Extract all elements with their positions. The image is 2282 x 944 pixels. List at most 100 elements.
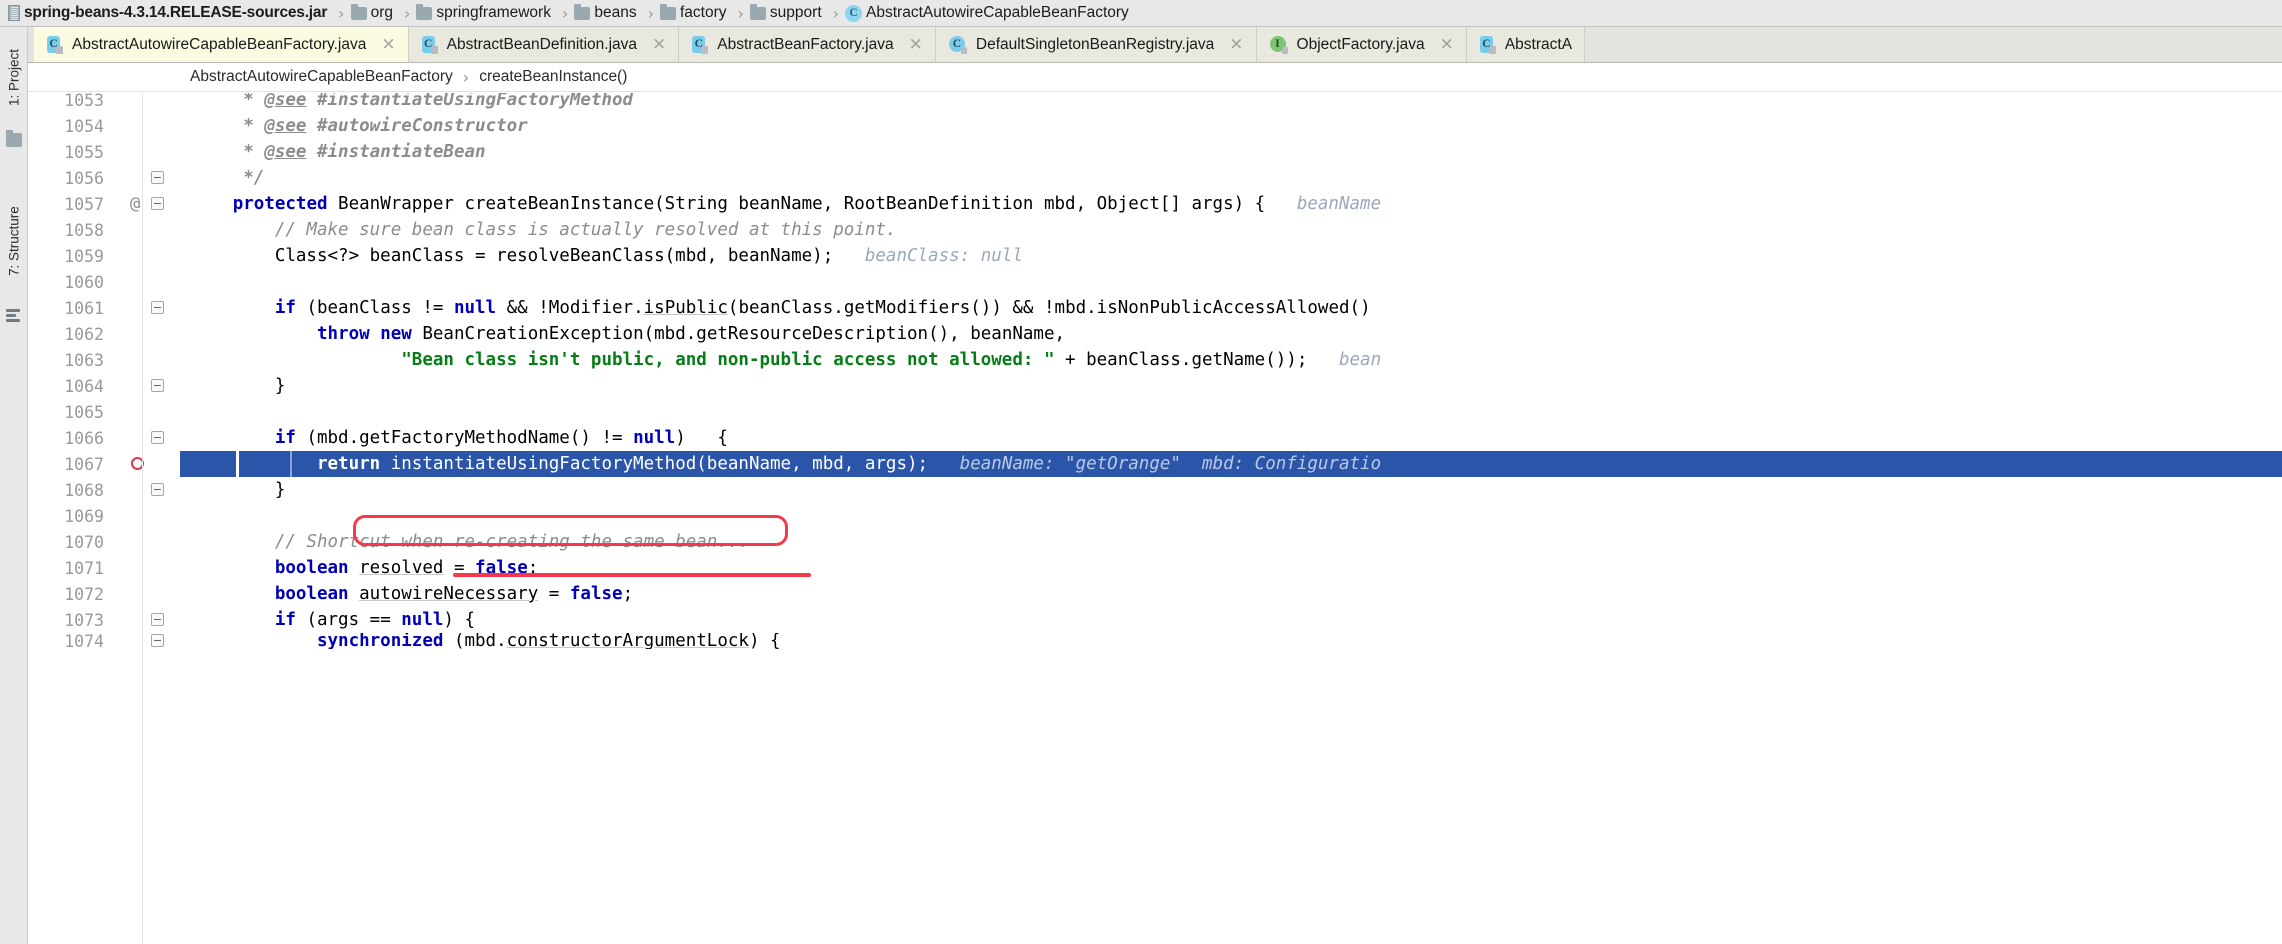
close-icon[interactable]: × bbox=[652, 36, 666, 53]
tool-window-button-project[interactable]: 1: Project bbox=[0, 31, 28, 123]
code-line[interactable]: 1059 Class<?> beanClass = resolveBeanCla… bbox=[28, 243, 2282, 269]
folder-icon bbox=[416, 3, 433, 20]
code-line[interactable]: 1060 bbox=[28, 269, 2282, 295]
code-line[interactable]: 1068 − } bbox=[28, 477, 2282, 503]
code-line[interactable]: 1058 // Make sure bean class is actually… bbox=[28, 217, 2282, 243]
structure-bars-icon[interactable] bbox=[6, 309, 22, 324]
breadcrumb-item-class[interactable]: C AbstractAutowireCapableBeanFactory bbox=[843, 0, 1135, 26]
code-line[interactable]: 1055 * @see #instantiateBean bbox=[28, 139, 2282, 165]
code-line[interactable]: 1067 return instantiateUsingFactoryMetho… bbox=[28, 451, 2282, 477]
gutter-marks[interactable]: − bbox=[114, 607, 180, 633]
java-class-file-icon bbox=[47, 35, 63, 54]
breadcrumb-item-beans[interactable]: beans bbox=[572, 0, 642, 26]
tab-abstractautowirecapablebeanfactory[interactable]: AbstractAutowireCapableBeanFactory.java … bbox=[34, 27, 409, 62]
gutter-marks[interactable] bbox=[114, 581, 180, 607]
breadcrumb-separator-icon: › bbox=[832, 3, 840, 23]
tab-defaultsingletonbeanregistry[interactable]: C DefaultSingletonBeanRegistry.java × bbox=[935, 27, 1257, 62]
code-line[interactable]: 1066 − if (mbd.getFactoryMethodName() != … bbox=[28, 425, 2282, 451]
gutter-marks[interactable] bbox=[114, 93, 180, 113]
gutter-marks[interactable]: − @ bbox=[114, 191, 180, 217]
line-number: 1068 bbox=[64, 480, 104, 500]
code-line[interactable]: 1061 − if (beanClass != null && !Modifier… bbox=[28, 295, 2282, 321]
code-line[interactable]: 1053 * @see #instantiateUsingFactoryMeth… bbox=[28, 93, 2282, 113]
code-line[interactable]: 1073 − if (args == null) { bbox=[28, 607, 2282, 633]
breadcrumb-separator-icon: › bbox=[403, 3, 411, 23]
breadcrumb-item-factory[interactable]: factory bbox=[658, 0, 733, 26]
gutter-marks[interactable]: − bbox=[114, 295, 180, 321]
editor-breadcrumb: AbstractAutowireCapableBeanFactory › cre… bbox=[0, 63, 2282, 92]
close-icon[interactable]: × bbox=[381, 36, 395, 53]
tab-abstractbeanfactory[interactable]: AbstractBeanFactory.java × bbox=[679, 27, 936, 62]
fold-collapse-icon[interactable]: − bbox=[151, 171, 164, 184]
gutter-marks[interactable] bbox=[114, 217, 180, 243]
code-line[interactable]: 1062 throw new BeanCreationException(mbd… bbox=[28, 321, 2282, 347]
gutter-marks[interactable] bbox=[114, 529, 180, 555]
code-line[interactable]: 1054 * @see #autowireConstructor bbox=[28, 113, 2282, 139]
gutter-marks[interactable]: − bbox=[114, 633, 180, 649]
code-text: Class<?> beanClass = resolveBeanClass(mb… bbox=[180, 246, 1023, 266]
breadcrumb-class-name[interactable]: AbstractAutowireCapableBeanFactory bbox=[190, 68, 453, 86]
code-line[interactable]: 1069 bbox=[28, 503, 2282, 529]
java-class-file-icon bbox=[1479, 35, 1496, 54]
fold-collapse-icon[interactable]: − bbox=[151, 301, 164, 314]
tab-abstractbeandefinition[interactable]: AbstractBeanDefinition.java × bbox=[408, 27, 680, 62]
fold-collapse-icon[interactable]: − bbox=[151, 197, 164, 210]
breadcrumb-item-jar[interactable]: spring-beans-4.3.14.RELEASE-sources.jar bbox=[6, 0, 333, 26]
fold-collapse-icon[interactable]: − bbox=[151, 379, 164, 392]
fold-collapse-icon[interactable]: − bbox=[151, 634, 164, 647]
folder-icon[interactable] bbox=[6, 130, 22, 147]
breadcrumb-item-org[interactable]: org bbox=[349, 0, 399, 26]
fold-collapse-icon[interactable]: − bbox=[151, 431, 164, 444]
tab-abstracta-truncated[interactable]: AbstractA bbox=[1466, 27, 1586, 62]
tool-window-button-structure[interactable]: 7: Structure bbox=[0, 185, 28, 297]
gutter-marks[interactable] bbox=[114, 347, 180, 373]
code-line[interactable]: 1056 − */ bbox=[28, 165, 2282, 191]
gutter-marks[interactable] bbox=[114, 451, 180, 477]
code-line[interactable]: 1065 bbox=[28, 399, 2282, 425]
gutter-marks[interactable] bbox=[114, 243, 180, 269]
code-editor[interactable]: 1053 * @see #instantiateUsingFactoryMeth… bbox=[28, 93, 2282, 944]
code-line[interactable]: 1072 boolean autowireNecessary = false; bbox=[28, 581, 2282, 607]
editor-tab-bar: AbstractAutowireCapableBeanFactory.java … bbox=[0, 27, 2282, 63]
code-line[interactable]: 1064 − } bbox=[28, 373, 2282, 399]
gutter-marks[interactable] bbox=[114, 555, 180, 581]
code-text: if (beanClass != null && !Modifier. isPub… bbox=[274, 298, 1371, 318]
code-line[interactable]: 1071 boolean resolved = false; bbox=[28, 555, 2282, 581]
gutter-marks[interactable] bbox=[114, 139, 180, 165]
override-marker-icon[interactable]: @ bbox=[130, 194, 140, 214]
breadcrumb-separator-icon: › bbox=[647, 3, 654, 23]
close-icon[interactable]: × bbox=[1440, 36, 1454, 53]
code-text: boolean autowireNecessary = false; bbox=[274, 584, 634, 604]
folder-icon bbox=[574, 3, 591, 20]
line-number: 1067 bbox=[64, 454, 104, 474]
line-number: 1053 bbox=[64, 93, 104, 110]
close-icon[interactable]: × bbox=[909, 36, 923, 53]
class-icon: C bbox=[845, 4, 863, 22]
gutter-marks[interactable]: − bbox=[114, 373, 180, 399]
tab-objectfactory[interactable]: I ObjectFactory.java × bbox=[1256, 27, 1467, 62]
fold-collapse-icon[interactable]: − bbox=[151, 613, 164, 626]
breadcrumb-item-springframework[interactable]: springframework bbox=[414, 0, 557, 26]
gutter-marks[interactable] bbox=[114, 113, 180, 139]
breadcrumb-item-support[interactable]: support bbox=[748, 0, 828, 26]
breadcrumb-method-name[interactable]: createBeanInstance() bbox=[479, 68, 627, 86]
gutter-marks[interactable] bbox=[114, 399, 180, 425]
gutter-marks[interactable]: − bbox=[114, 477, 180, 503]
gutter-marks[interactable]: − bbox=[114, 425, 180, 451]
code-line[interactable]: 1057 − @ protected BeanWrapper createBeanI… bbox=[28, 191, 2282, 217]
fold-collapse-icon[interactable]: − bbox=[151, 483, 164, 496]
code-line[interactable]: 1063 "Bean class isn't public, and non-p… bbox=[28, 347, 2282, 373]
code-line[interactable]: 1074 − synchronized (mbd. constructorArgum… bbox=[28, 633, 2282, 649]
breadcrumb-label: AbstractAutowireCapableBeanFactory bbox=[866, 4, 1129, 21]
gutter-marks[interactable]: − bbox=[114, 165, 180, 191]
gutter-marks[interactable] bbox=[114, 503, 180, 529]
code-line[interactable]: 1070 // Shortcut when re-creating the sa… bbox=[28, 529, 2282, 555]
close-icon[interactable]: × bbox=[1229, 36, 1243, 53]
code-text: // Make sure bean class is actually reso… bbox=[274, 220, 897, 240]
gutter-marks[interactable] bbox=[114, 269, 180, 295]
gutter-marks[interactable] bbox=[114, 321, 180, 347]
tab-label: DefaultSingletonBeanRegistry.java bbox=[975, 35, 1215, 53]
folder-icon bbox=[350, 3, 367, 20]
